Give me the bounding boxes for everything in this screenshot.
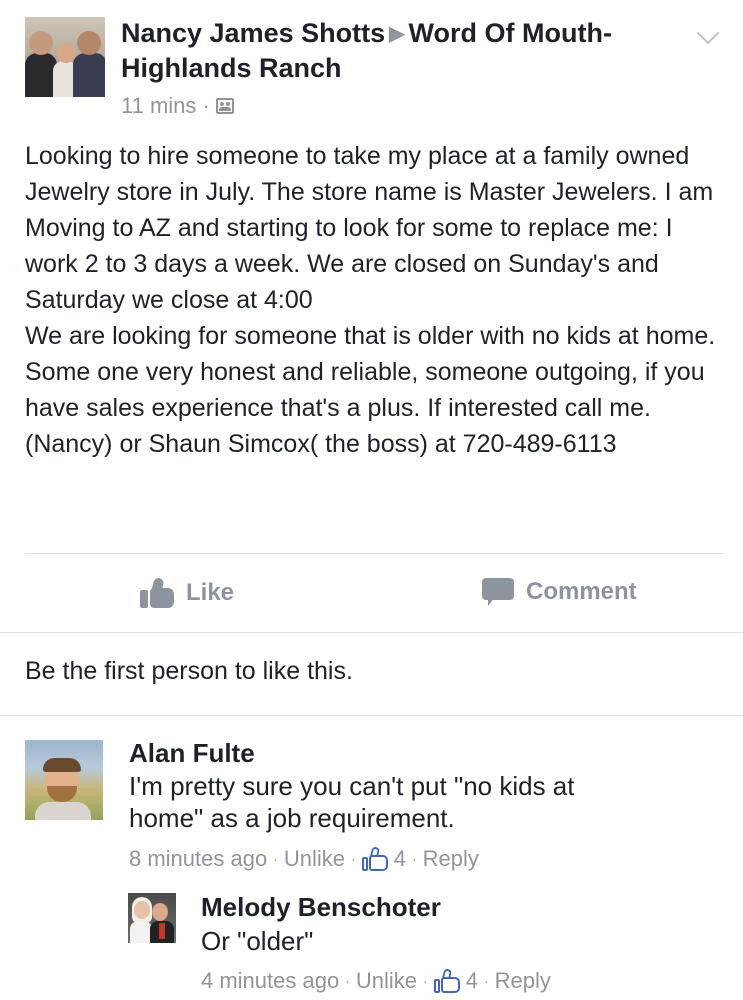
comment-icon (482, 578, 514, 606)
post-header: Nancy James Shotts ▶ Word Of Mouth-Highlan… (0, 0, 743, 130)
divider (0, 632, 743, 633)
commenter-name[interactable]: Alan Fulte (129, 738, 255, 769)
comment-timestamp[interactable]: 4 minutes ago (201, 968, 339, 994)
post-timestamp[interactable]: 11 mins (121, 93, 196, 119)
thumbs-up-icon (361, 846, 388, 871)
divider (25, 553, 723, 554)
chevron-down-icon[interactable] (696, 21, 720, 45)
comment-timestamp[interactable]: 8 minutes ago (129, 846, 267, 872)
comment-button[interactable]: Comment (482, 578, 637, 606)
arrow-right-icon: ▶ (389, 23, 405, 45)
group-icon (215, 98, 234, 114)
comment-text: Or "older" (201, 926, 314, 956)
author-name-link[interactable]: Nancy James Shotts (121, 18, 385, 48)
comment-text: I'm pretty sure you can't put "no kids a… (129, 771, 575, 833)
comment-like-count[interactable]: 4 (394, 846, 406, 872)
unlike-link[interactable]: Unlike (284, 846, 345, 872)
commenter-avatar[interactable] (25, 740, 103, 820)
comment-like-count[interactable]: 4 (466, 968, 478, 994)
post-action-bar: Like Comment (0, 560, 743, 630)
commenter-avatar[interactable] (128, 893, 176, 943)
reply-link[interactable]: Reply (423, 846, 479, 872)
comment-label: Comment (526, 578, 637, 605)
unlike-link[interactable]: Unlike (356, 968, 417, 994)
likes-summary: Be the first person to like this. (25, 657, 353, 685)
reply-link[interactable]: Reply (495, 968, 551, 994)
comment-meta: 4 minutes ago · Unlike · 4 · Reply (201, 968, 551, 994)
like-button[interactable]: Like (140, 576, 235, 608)
post-body: Looking to hire someone to take my place… (25, 142, 716, 458)
author-avatar[interactable] (25, 17, 105, 97)
commenter-name[interactable]: Melody Benschoter (201, 892, 441, 923)
post-meta: 11 mins · (121, 93, 234, 119)
thumbs-up-icon (433, 968, 460, 993)
thumbs-up-icon (140, 576, 174, 608)
post-author-line: Nancy James Shotts ▶ Word Of Mouth-Highlan… (121, 16, 681, 85)
like-label: Like (186, 579, 235, 606)
comment-meta: 8 minutes ago · Unlike · 4 · Reply (129, 846, 479, 872)
divider (0, 715, 743, 716)
